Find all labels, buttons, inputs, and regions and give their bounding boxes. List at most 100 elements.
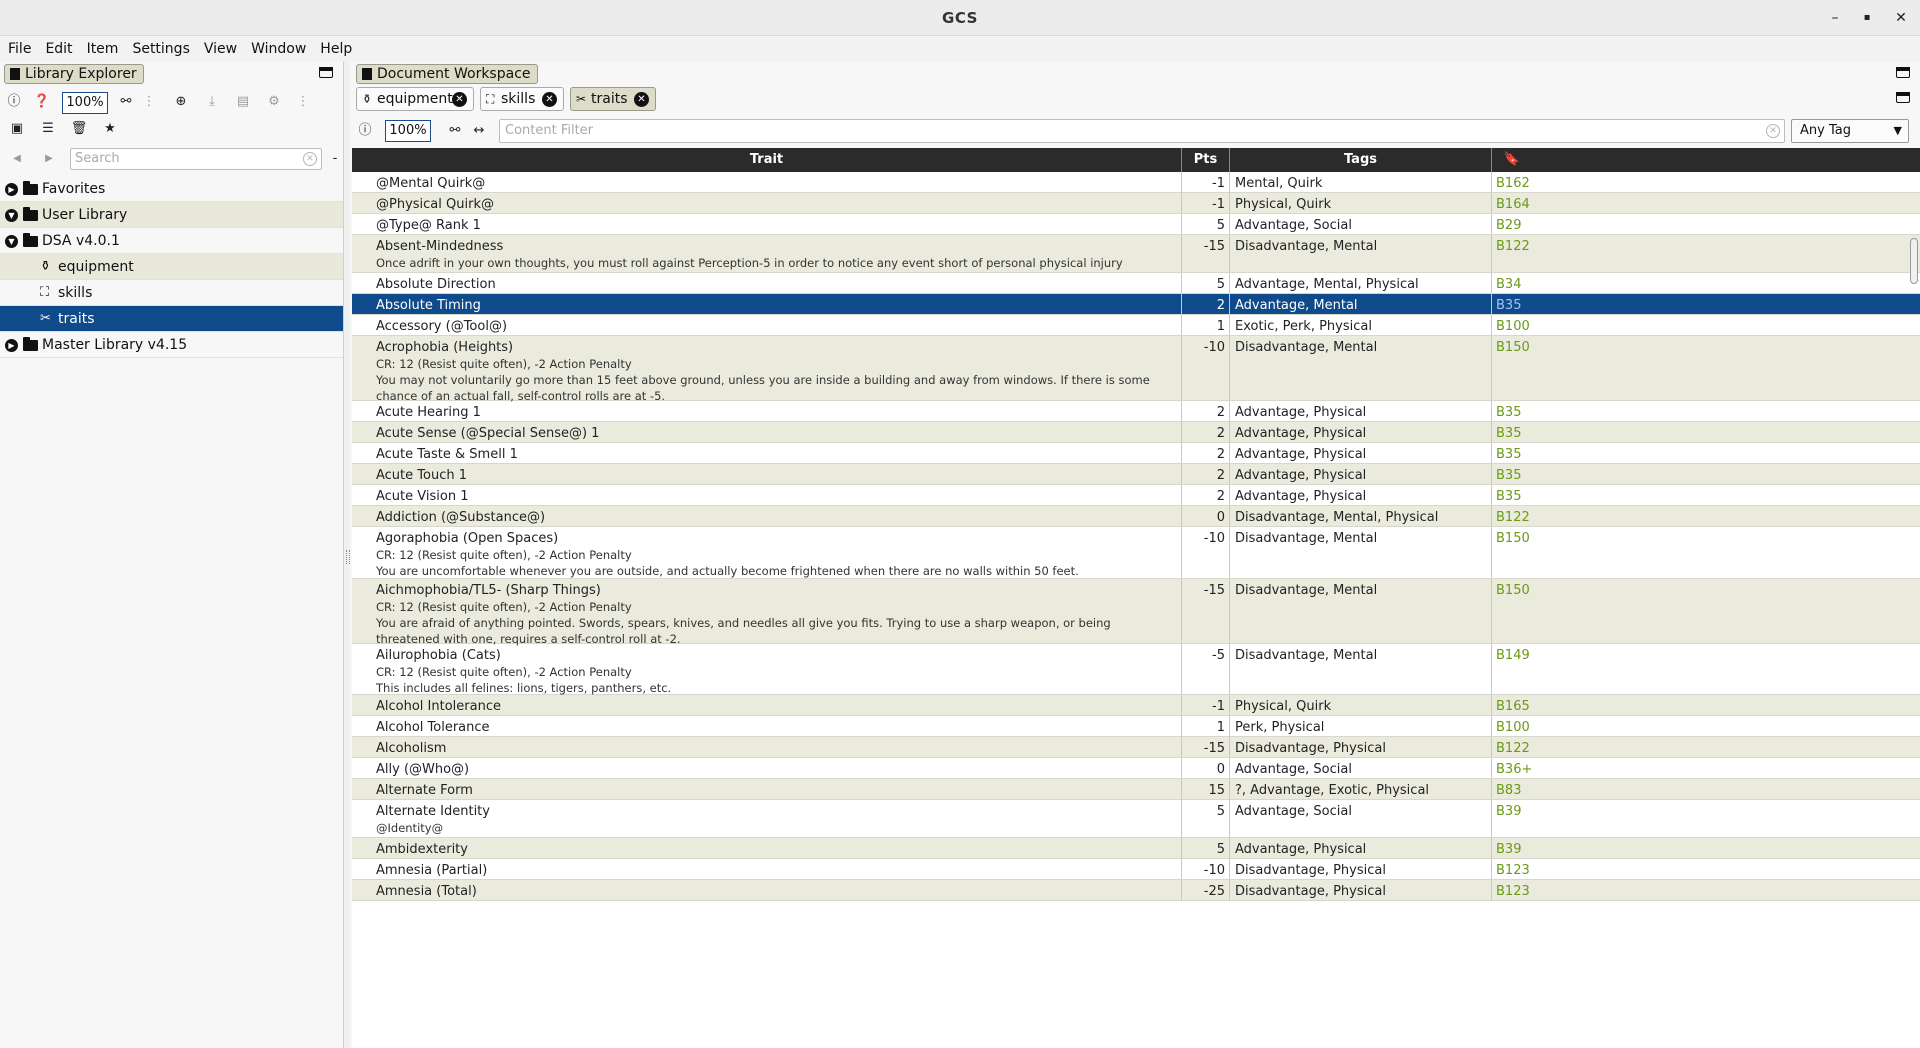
page-reference-link[interactable]: B35 (1496, 447, 1521, 462)
page-reference-link[interactable]: B150 (1496, 340, 1530, 355)
library-explorer-tab[interactable]: Library Explorer (4, 64, 144, 84)
table-row[interactable]: Ailurophobia (Cats) CR: 12 (Resist quite … (352, 643, 1920, 695)
column-header-pts[interactable]: Pts (1182, 148, 1230, 172)
close-button[interactable]: ✕ (1887, 6, 1915, 30)
table-row[interactable]: Absolute Direction 5 Advantage, Mental, Ph… (352, 273, 1920, 294)
menu-edit[interactable]: Edit (38, 36, 79, 62)
minimize-workspace-icon[interactable] (1895, 66, 1911, 80)
table-row[interactable]: Acute Taste & Smell 1 2 Advantage, Physica… (352, 443, 1920, 464)
menu-help[interactable]: Help (313, 36, 359, 62)
table-row[interactable]: Acute Sense (@Special Sense@) 1 2 Advantag… (352, 422, 1920, 443)
tree-item-dsa[interactable]: ▼ DSA v4.0.1 (0, 228, 343, 254)
close-tab-icon[interactable]: ✕ (452, 92, 467, 107)
page-reference-link[interactable]: B123 (1496, 884, 1530, 899)
page-reference-link[interactable]: B122 (1496, 741, 1530, 756)
expand-icon[interactable]: ▶ (5, 339, 18, 352)
table-row[interactable]: Acrophobia (Heights) CR: 12 (Resist quite… (352, 336, 1920, 403)
tree-item-user-library[interactable]: ▼ User Library (0, 202, 343, 228)
clear-search-icon[interactable]: ✕ (303, 152, 317, 166)
minimize-button[interactable]: – (1821, 6, 1849, 30)
table-row[interactable]: Ambidexterity 5 Advantage, Physical B39 (352, 838, 1920, 859)
expand-width-icon[interactable]: ↔ (470, 122, 488, 140)
document-zoom-field[interactable]: 100% (385, 120, 431, 142)
tag-filter-select[interactable]: Any Tag ▼ (1791, 119, 1909, 143)
card-icon[interactable]: ▤ (234, 93, 252, 111)
document-workspace-tab[interactable]: Document Workspace (356, 64, 538, 84)
minimize-panel-icon[interactable] (318, 66, 334, 80)
page-reference-link[interactable]: B35 (1496, 426, 1521, 441)
table-row[interactable]: @Mental Quirk@ -1 Mental, Quirk B162 (352, 172, 1920, 193)
page-reference-link[interactable]: B39 (1496, 842, 1521, 857)
page-reference-link[interactable]: B83 (1496, 783, 1521, 798)
table-row[interactable]: Absolute Timing 2 Advantage, Mental B35 (352, 294, 1920, 315)
minimize-document-icon[interactable] (1895, 91, 1911, 105)
table-row[interactable]: Amnesia (Partial) -10 Disadvantage, Physic… (352, 859, 1920, 880)
tree-item-skills[interactable]: ⛶ skills (0, 280, 343, 306)
help-icon[interactable]: ❓ (33, 93, 51, 111)
table-row[interactable]: Amnesia (Total) -25 Disadvantage, Physical… (352, 880, 1920, 901)
more-dots-icon[interactable]: ⋮ (294, 93, 312, 111)
page-reference-link[interactable]: B35 (1496, 489, 1521, 504)
table-row[interactable]: Acute Vision 1 2 Advantage, Physical B35 (352, 485, 1920, 506)
page-reference-link[interactable]: B39 (1496, 804, 1521, 819)
menu-settings[interactable]: Settings (125, 36, 196, 62)
close-tab-icon[interactable]: ✕ (542, 92, 557, 107)
info-icon[interactable]: ⓘ (5, 93, 23, 111)
table-row[interactable]: Acute Hearing 1 2 Advantage, Physical B35 (352, 401, 1920, 422)
content-filter-field[interactable]: Content Filter ✕ (499, 119, 1785, 143)
close-tab-icon[interactable]: ✕ (634, 92, 649, 107)
page-reference-link[interactable]: B122 (1496, 239, 1530, 254)
gear-icon[interactable]: ⚙ (265, 93, 283, 111)
page-reference-link[interactable]: B35 (1496, 405, 1521, 420)
table-row[interactable]: Addiction (@Substance@) 0 Disadvantage, Me… (352, 506, 1920, 527)
library-zoom-field[interactable]: 100% (62, 92, 108, 114)
table-row[interactable]: Alternate Form 15?, Advantage, Exotic, Ph… (352, 779, 1920, 800)
new-folder-icon[interactable]: ▣ (8, 120, 26, 138)
menu-view[interactable]: View (197, 36, 244, 62)
page-reference-link[interactable]: B162 (1496, 176, 1530, 191)
page-reference-link[interactable]: B150 (1496, 583, 1530, 598)
search-options-icon[interactable]: - (326, 150, 344, 168)
bookmark-icon[interactable]: 🔖 (1492, 148, 1532, 172)
table-row[interactable]: Alternate Identity @Identity@ 5 Advantage, … (352, 800, 1920, 838)
table-row[interactable]: Acute Touch 1 2 Advantage, Physical B35 (352, 464, 1920, 485)
page-reference-link[interactable]: B149 (1496, 648, 1530, 663)
table-row[interactable]: Alcohol Tolerance 1 Perk, Physical B100 (352, 716, 1920, 737)
page-reference-link[interactable]: B122 (1496, 510, 1530, 525)
page-reference-link[interactable]: B29 (1496, 218, 1521, 233)
star-icon[interactable]: ★ (101, 120, 119, 138)
table-row[interactable]: Ally (@Who@) 0 Advantage, Social B36+ (352, 758, 1920, 779)
table-row[interactable]: Accessory (@Tool@) 1 Exotic, Perk, Physica… (352, 315, 1920, 336)
page-reference-link[interactable]: B34 (1496, 277, 1521, 292)
tree-item-equipment[interactable]: ⚱ equipment (0, 254, 343, 280)
table-row[interactable]: Agoraphobia (Open Spaces) CR: 12 (Resist … (352, 527, 1920, 579)
page-reference-link[interactable]: B123 (1496, 863, 1530, 878)
back-arrow-icon[interactable]: ◀ (8, 150, 26, 168)
page-reference-link[interactable]: B150 (1496, 531, 1530, 546)
table-row[interactable]: @Type@ Rank 1 5 Advantage, Social B29 (352, 214, 1920, 235)
expand-icon[interactable]: ▼ (5, 209, 18, 222)
collapse-icon[interactable]: ▼ (5, 235, 18, 248)
download-icon[interactable]: ⤓ (203, 93, 221, 111)
page-reference-link[interactable]: B35 (1496, 468, 1521, 483)
table-row[interactable]: @Physical Quirk@ -1 Physical, Quirk B164 (352, 193, 1920, 214)
info-icon[interactable]: ⓘ (356, 122, 374, 140)
maximize-button[interactable]: ▪ (1853, 6, 1881, 30)
add-library-icon[interactable]: ⊕ (172, 93, 190, 111)
page-reference-link[interactable]: B100 (1496, 720, 1530, 735)
column-header-tags[interactable]: Tags (1230, 148, 1492, 172)
tab-skills[interactable]: ⛶ skills ✕ (480, 87, 564, 111)
forward-arrow-icon[interactable]: ▶ (40, 150, 58, 168)
table-row[interactable]: Alcoholism -15 Disadvantage, Physical B122 (352, 737, 1920, 758)
tab-traits[interactable]: ✂ traits ✕ (570, 87, 656, 111)
hierarchy-icon[interactable]: ⚯ (446, 122, 464, 140)
tree-item-master-library[interactable]: ▶ Master Library v4.15 (0, 332, 343, 358)
menu-window[interactable]: Window (244, 36, 313, 62)
new-file-icon[interactable]: ☰ (39, 120, 57, 138)
expand-icon[interactable]: ▶ (5, 183, 18, 196)
scrollbar-thumb[interactable] (1910, 238, 1918, 284)
menu-file[interactable]: File (0, 36, 38, 62)
clear-filter-icon[interactable]: ✕ (1766, 124, 1780, 138)
page-reference-link[interactable]: B165 (1496, 699, 1530, 714)
table-row[interactable]: Alcohol Intolerance -1 Physical, Quirk B165 (352, 695, 1920, 716)
